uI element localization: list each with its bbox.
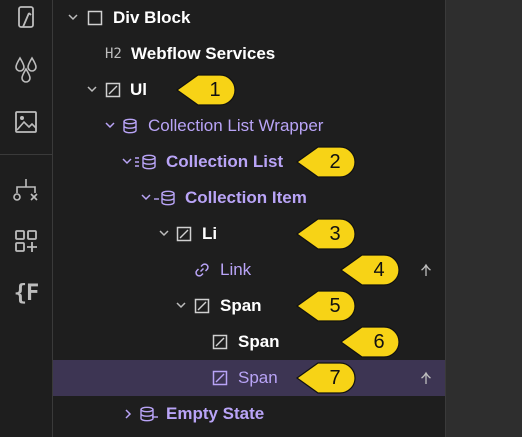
tree-row-label: Collection Item <box>185 188 307 207</box>
tree-row-span[interactable]: Span <box>53 288 445 324</box>
image-icon[interactable] <box>10 106 42 138</box>
tree-row-label: Webflow Services <box>131 44 276 63</box>
callout-number: 7 <box>329 367 341 389</box>
callout-marker: 1 <box>176 72 238 108</box>
navigator-tree: Div Block H2 Webflow Services Ul Collect… <box>53 0 445 437</box>
tree-row-label: Link <box>220 260 252 279</box>
tree-row-label: Collection List Wrapper <box>148 116 324 135</box>
square-icon <box>87 10 103 26</box>
callout-marker: 5 <box>296 288 358 324</box>
tree-row-label: Span <box>220 296 262 315</box>
database-icon <box>140 406 158 422</box>
chevron-down-icon[interactable] <box>105 120 115 130</box>
tree-row-ul[interactable]: Ul <box>53 72 445 108</box>
tree-row-label: Span <box>238 332 280 351</box>
tree-row-label: Span <box>238 368 278 387</box>
callout-number: 5 <box>329 295 341 317</box>
callout-marker: 2 <box>296 144 358 180</box>
tree-row-label: Ul <box>130 80 147 99</box>
chevron-down-icon[interactable] <box>176 300 186 310</box>
tree-row-heading[interactable]: H2 Webflow Services <box>53 36 445 72</box>
tree-row-collection-list-wrapper[interactable]: Collection List Wrapper <box>53 108 445 144</box>
color-drops-icon[interactable] <box>10 53 42 85</box>
tree-row-label: Div Block <box>113 8 191 27</box>
database-icon <box>123 118 137 134</box>
chevron-down-icon[interactable] <box>87 84 97 94</box>
tree-row-collection-list[interactable]: Collection List <box>53 144 445 180</box>
canvas-area <box>445 0 522 437</box>
tree-row-span-selected[interactable]: Span <box>53 360 445 396</box>
callout-number: 4 <box>373 259 385 281</box>
callout-number: 1 <box>209 79 221 101</box>
box-slash-icon <box>105 82 121 98</box>
tree-row-label: Empty State <box>166 404 265 423</box>
callout-marker: 6 <box>340 324 402 360</box>
tree-row-li[interactable]: Li <box>53 216 445 252</box>
pin-icon[interactable] <box>419 263 433 277</box>
tree-row-collection-item[interactable]: Collection Item <box>53 180 445 216</box>
variables-icon[interactable]: {F <box>10 277 42 309</box>
box-slash-icon <box>212 370 228 386</box>
callout-marker: 4 <box>340 252 402 288</box>
chevron-right-icon[interactable] <box>123 409 133 419</box>
box-slash-icon <box>212 334 228 350</box>
tree-row-div-block[interactable]: Div Block <box>53 0 445 36</box>
style-brush-icon[interactable] <box>10 2 42 34</box>
database-item-icon <box>154 190 175 206</box>
callout-marker: 3 <box>296 216 358 252</box>
callout-number: 2 <box>329 151 341 173</box>
add-elements-icon[interactable] <box>10 225 42 257</box>
component-tree-icon[interactable] <box>10 174 42 206</box>
rail-divider <box>0 154 52 155</box>
chevron-down-icon[interactable] <box>68 12 78 22</box>
tree-row-label: Li <box>202 224 218 243</box>
tree-row-label: Collection List <box>166 152 284 171</box>
callout-number: 6 <box>373 331 385 353</box>
heading-tag: H2 <box>105 46 122 62</box>
pin-icon[interactable] <box>419 371 433 385</box>
chevron-down-icon[interactable] <box>159 228 169 238</box>
box-slash-icon <box>176 226 192 242</box>
database-list-icon <box>135 154 156 170</box>
box-slash-icon <box>194 298 210 314</box>
callout-marker: 7 <box>296 360 358 396</box>
left-icon-rail: {F <box>0 0 53 437</box>
callout-number: 3 <box>329 223 341 245</box>
chevron-down-icon[interactable] <box>122 156 132 166</box>
tree-row-empty-state[interactable]: Empty State <box>53 396 445 432</box>
chevron-down-icon[interactable] <box>141 192 151 202</box>
link-icon <box>195 263 209 277</box>
